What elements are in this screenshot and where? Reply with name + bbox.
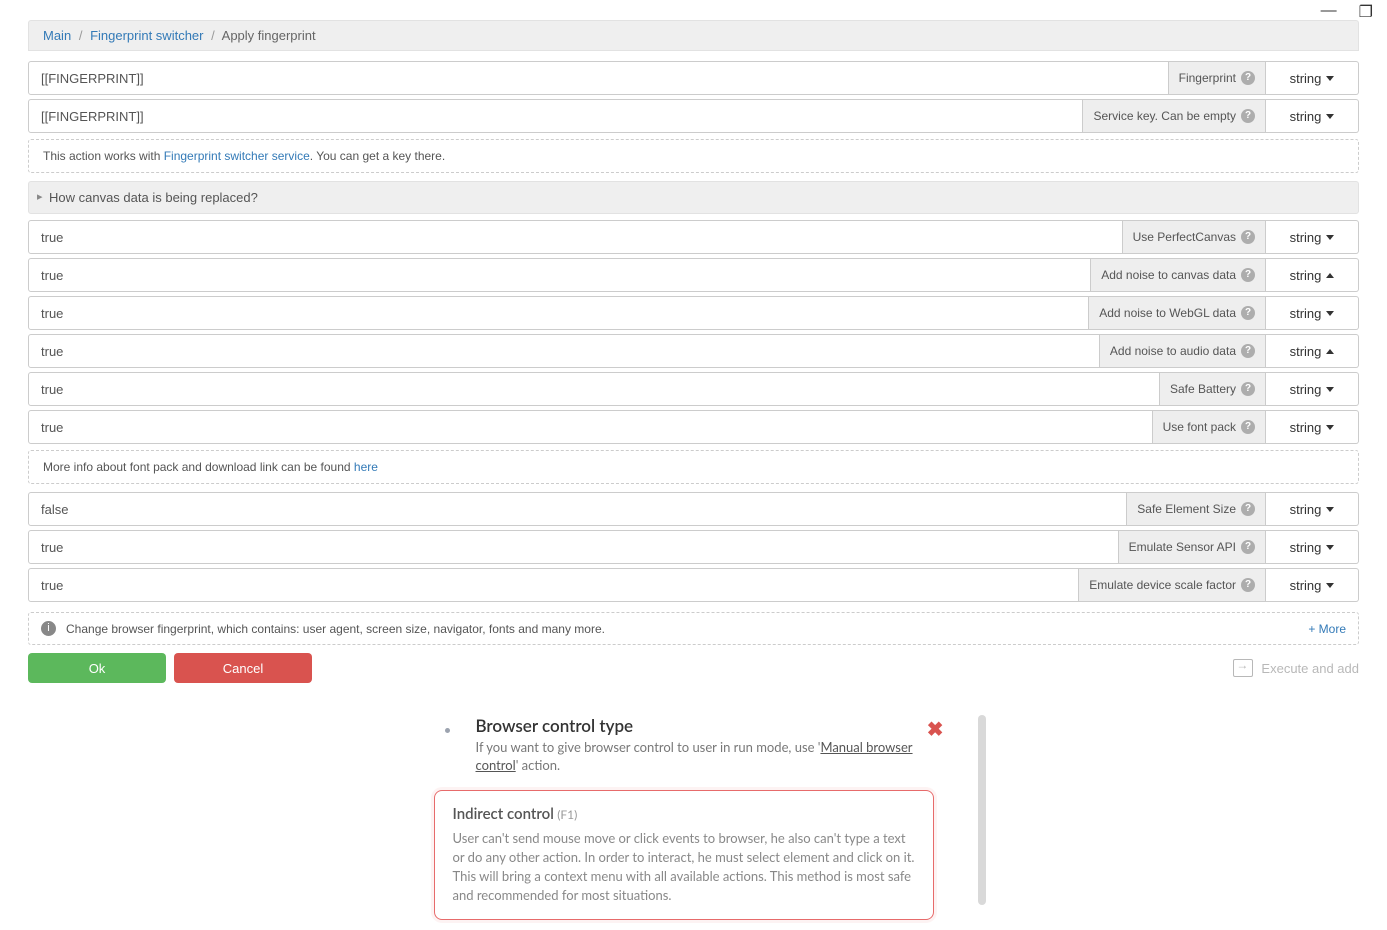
- indirect-control-card[interactable]: Indirect control (F1) User can't send mo…: [434, 790, 934, 919]
- service-key-input[interactable]: [29, 100, 1082, 132]
- help-icon[interactable]: ?: [1241, 382, 1255, 396]
- fingerprint-input[interactable]: [29, 62, 1168, 94]
- help-icon[interactable]: ?: [1241, 578, 1255, 592]
- webgl-noise-input[interactable]: [29, 297, 1088, 329]
- close-icon[interactable]: ✖: [927, 717, 944, 741]
- help-icon[interactable]: ?: [1241, 306, 1255, 320]
- safe-battery-label: Safe Battery?: [1159, 373, 1265, 405]
- popup-subtitle: If you want to give browser control to u…: [476, 738, 934, 774]
- breadcrumb: Main / Fingerprint switcher / Apply fing…: [28, 20, 1359, 51]
- execute-icon: [1233, 659, 1253, 677]
- perfectcanvas-input[interactable]: [29, 221, 1122, 253]
- font-link[interactable]: here: [354, 460, 378, 474]
- help-icon[interactable]: ?: [1241, 71, 1255, 85]
- ok-button[interactable]: Ok: [28, 653, 166, 683]
- type-select-scale-factor[interactable]: string: [1266, 568, 1359, 602]
- type-select-fingerprint[interactable]: string: [1266, 61, 1359, 95]
- perfectcanvas-label: Use PerfectCanvas?: [1122, 221, 1265, 253]
- safe-element-label: Safe Element Size?: [1126, 493, 1265, 525]
- service-note: This action works with Fingerprint switc…: [28, 139, 1359, 173]
- service-key-label: Service key. Can be empty ?: [1082, 100, 1265, 132]
- scrollbar[interactable]: [978, 715, 986, 905]
- minimize-button[interactable]: —: [1321, 2, 1337, 22]
- service-link[interactable]: Fingerprint switcher service: [164, 149, 310, 163]
- font-pack-input[interactable]: [29, 411, 1152, 443]
- maximize-button[interactable]: ❐: [1359, 2, 1373, 22]
- safe-element-input[interactable]: [29, 493, 1126, 525]
- type-select-safe-battery[interactable]: string: [1266, 372, 1359, 406]
- audio-noise-label: Add noise to audio data?: [1099, 335, 1265, 367]
- font-note: More info about font pack and download l…: [28, 450, 1359, 484]
- window-controls: — ❐: [1315, 0, 1379, 24]
- help-icon[interactable]: ?: [1241, 540, 1255, 554]
- safe-battery-input[interactable]: [29, 373, 1159, 405]
- type-select-webgl-noise[interactable]: string: [1266, 296, 1359, 330]
- help-icon[interactable]: ?: [1241, 420, 1255, 434]
- help-icon[interactable]: ?: [1241, 230, 1255, 244]
- breadcrumb-switcher[interactable]: Fingerprint switcher: [90, 28, 203, 43]
- help-icon[interactable]: ?: [1241, 109, 1255, 123]
- webgl-noise-label: Add noise to WebGL data?: [1088, 297, 1265, 329]
- type-select-perfectcanvas[interactable]: string: [1266, 220, 1359, 254]
- more-link[interactable]: + More: [1308, 622, 1346, 636]
- help-icon[interactable]: ?: [1241, 502, 1255, 516]
- breadcrumb-current: Apply fingerprint: [222, 28, 316, 43]
- type-select-service-key[interactable]: string: [1266, 99, 1359, 133]
- footer-note: i Change browser fingerprint, which cont…: [28, 612, 1359, 645]
- type-select-safe-element[interactable]: string: [1266, 492, 1359, 526]
- info-icon: i: [41, 621, 56, 636]
- type-select-font-pack[interactable]: string: [1266, 410, 1359, 444]
- scale-factor-input[interactable]: [29, 569, 1078, 601]
- audio-noise-input[interactable]: [29, 335, 1099, 367]
- canvas-section-header[interactable]: How canvas data is being replaced?: [28, 181, 1359, 214]
- sensor-api-input[interactable]: [29, 531, 1118, 563]
- popup-title: Browser control type: [476, 715, 934, 736]
- type-select-canvas-noise[interactable]: string: [1266, 258, 1359, 292]
- help-icon[interactable]: ?: [1241, 344, 1255, 358]
- breadcrumb-main[interactable]: Main: [43, 28, 71, 43]
- font-pack-label: Use font pack?: [1152, 411, 1265, 443]
- execute-and-add[interactable]: Execute and add: [1233, 659, 1359, 677]
- scale-factor-label: Emulate device scale factor?: [1078, 569, 1265, 601]
- fingerprint-label: Fingerprint ?: [1168, 62, 1265, 94]
- type-select-sensor-api[interactable]: string: [1266, 530, 1359, 564]
- canvas-noise-input[interactable]: [29, 259, 1090, 291]
- help-icon[interactable]: ?: [1241, 268, 1255, 282]
- cancel-button[interactable]: Cancel: [174, 653, 312, 683]
- sensor-api-label: Emulate Sensor API?: [1118, 531, 1265, 563]
- canvas-noise-label: Add noise to canvas data?: [1090, 259, 1265, 291]
- type-select-audio-noise[interactable]: string: [1266, 334, 1359, 368]
- wifi-icon: [434, 715, 462, 739]
